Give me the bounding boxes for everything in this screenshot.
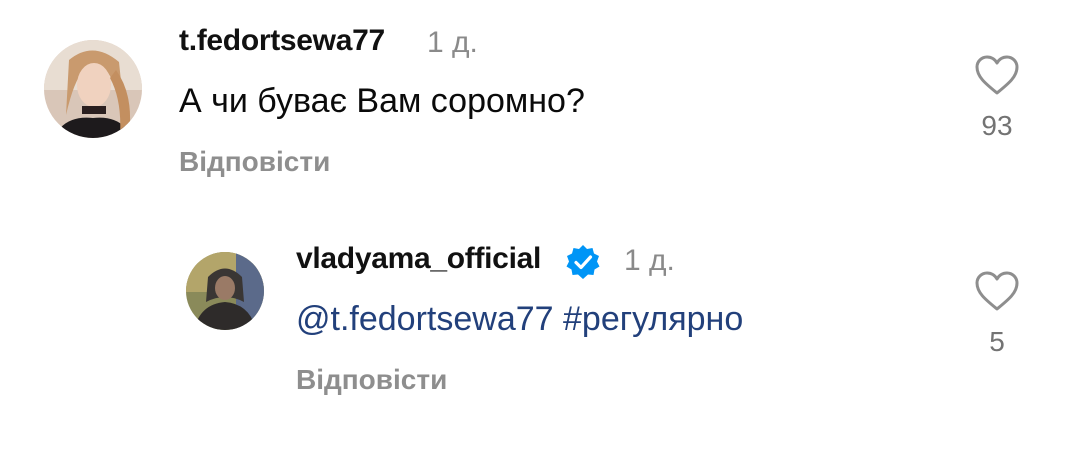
like-button[interactable] [974, 54, 1020, 101]
avatar[interactable] [44, 40, 142, 138]
avatar-photo-icon [186, 252, 264, 330]
avatar[interactable] [186, 252, 264, 330]
reply-timestamp: 1 д. [624, 244, 675, 277]
like-count: 93 [981, 110, 1013, 141]
comment-text: А чи буває Вам соромно? [179, 82, 585, 120]
heart-icon [975, 55, 1019, 95]
hashtag-link[interactable]: #регулярно [563, 300, 743, 338]
avatar-photo-icon [44, 40, 142, 138]
like-count: 5 [989, 326, 1005, 357]
reply-text: @t.fedortsewa77 #регулярно [296, 300, 743, 339]
comment-timestamp: 1 д. [427, 26, 478, 59]
reply-username[interactable]: vladyama_official [296, 242, 541, 276]
comment-username[interactable]: t.fedortsewa77 [179, 24, 385, 58]
heart-icon [975, 271, 1019, 311]
like-button[interactable] [974, 270, 1020, 317]
reply-comment-item: vladyama_official 1 д. @t.fedortsewa77 #… [0, 200, 1080, 453]
mention-link[interactable]: @t.fedortsewa77 [296, 300, 554, 338]
reply-button[interactable]: Відповісти [296, 364, 447, 396]
reply-button[interactable]: Відповісти [179, 146, 330, 178]
verified-badge-icon [565, 244, 601, 285]
comment-item: t.fedortsewa77 1 д. А чи буває Вам сором… [0, 0, 1080, 200]
